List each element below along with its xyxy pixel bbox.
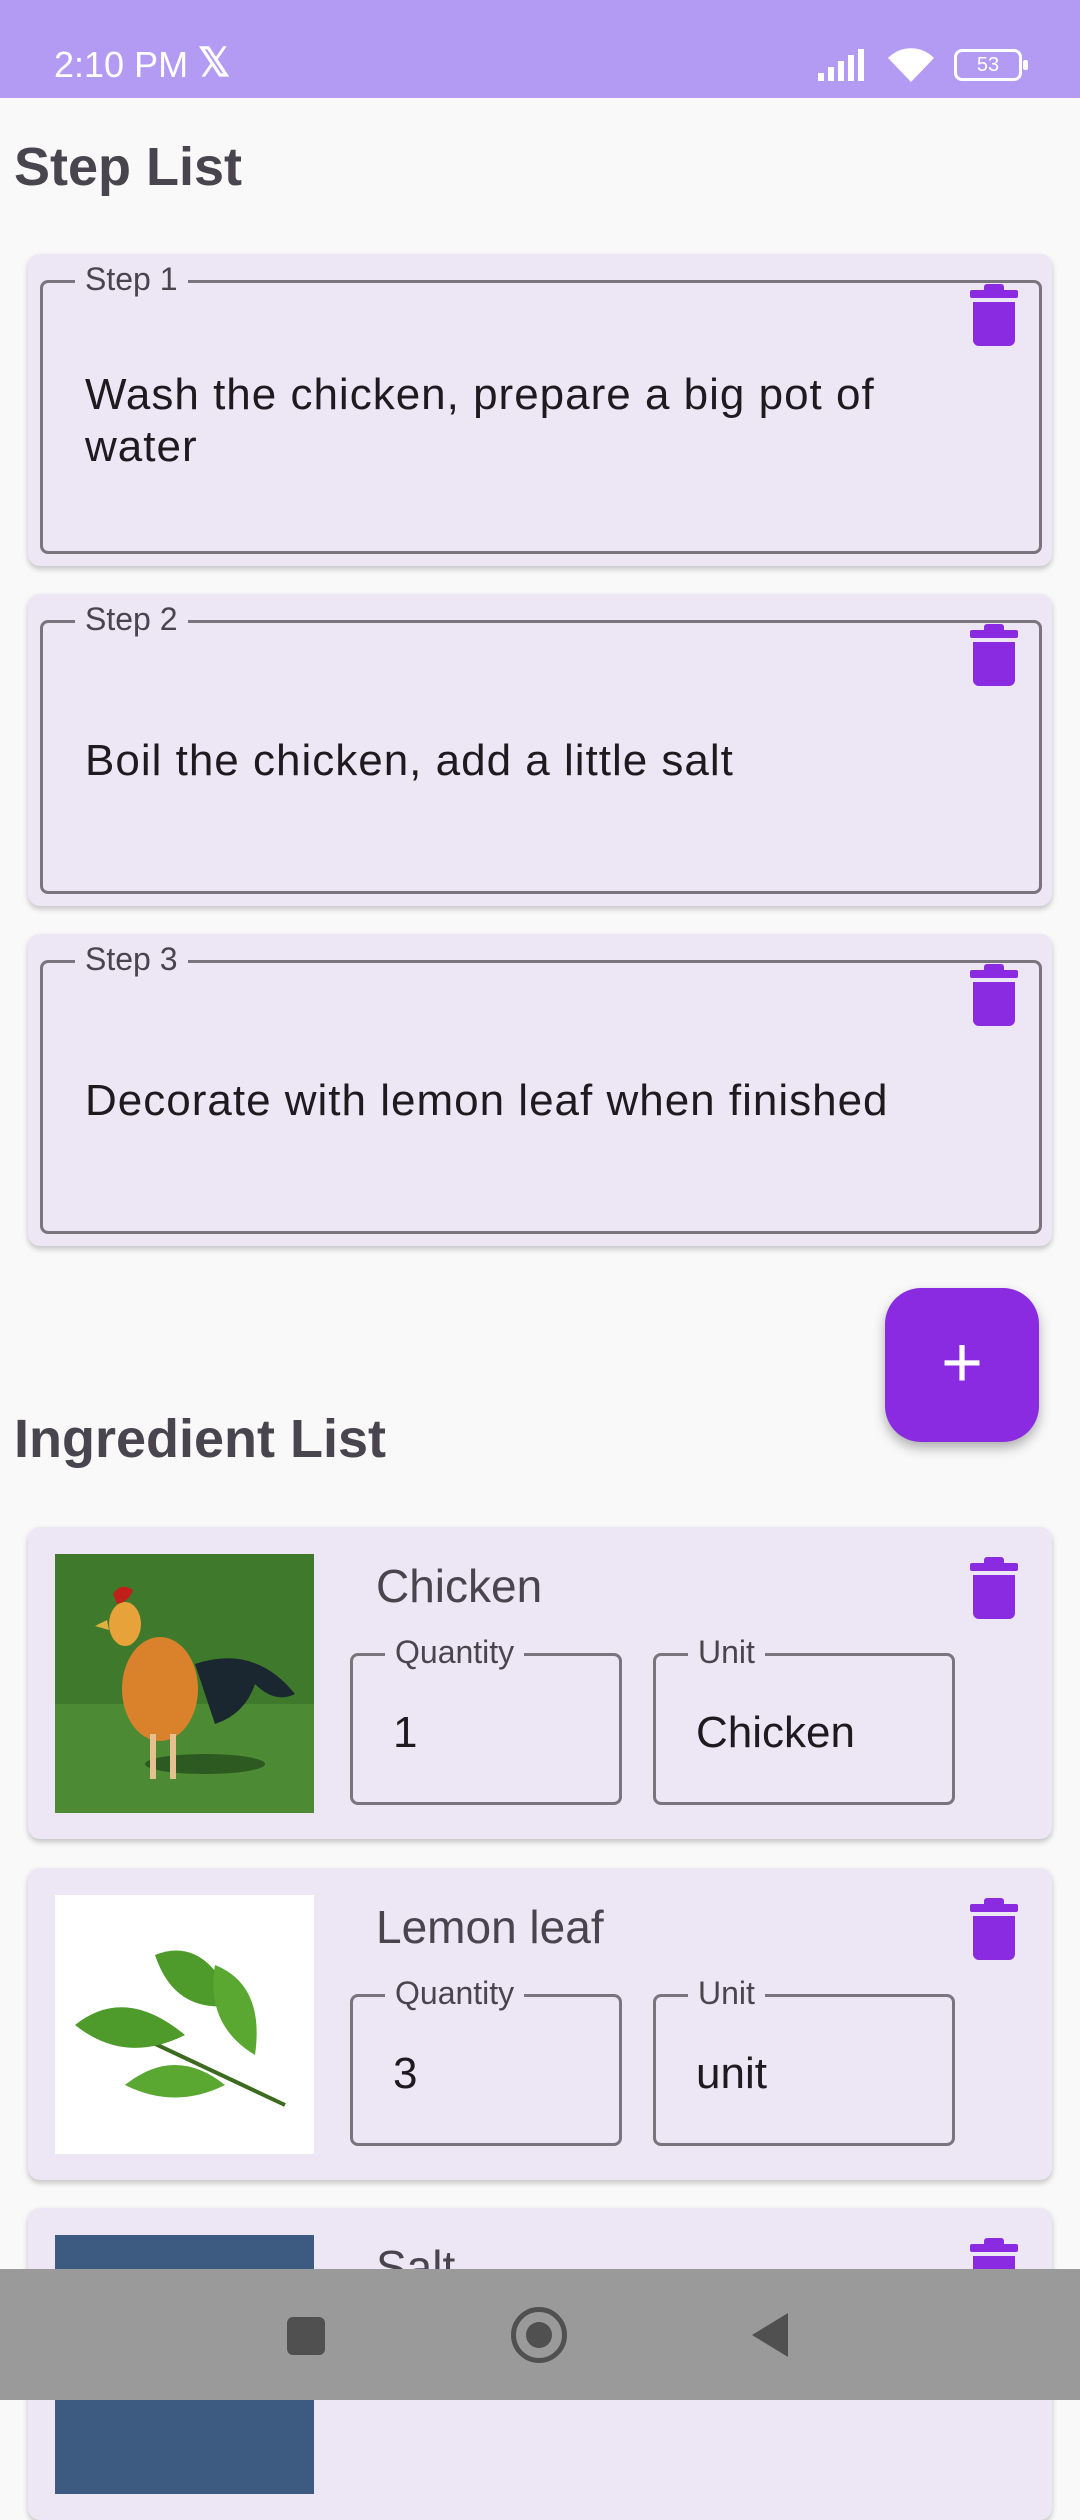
signal-icon bbox=[818, 49, 864, 81]
step-field[interactable]: Step 2 Boil the chicken, add a little sa… bbox=[40, 601, 1042, 894]
ingredient-card: Chicken Quantity 1 Unit Chicken bbox=[28, 1527, 1052, 1839]
step-field[interactable]: Step 1 Wash the chicken, prepare a big p… bbox=[40, 261, 1042, 554]
ingredient-name: Chicken bbox=[376, 1560, 543, 1612]
quantity-value[interactable]: 1 bbox=[393, 1708, 417, 1758]
ingredient-list-title: Ingredient List bbox=[14, 1409, 387, 1469]
status-icons: 53 bbox=[818, 48, 1028, 82]
step-text[interactable]: Decorate with lemon leaf when finished bbox=[85, 1075, 949, 1127]
unit-field[interactable]: Unit Chicken bbox=[653, 1634, 955, 1805]
trash-icon[interactable] bbox=[970, 624, 1018, 688]
plus-icon: + bbox=[940, 1323, 984, 1403]
home-icon[interactable] bbox=[511, 2307, 567, 2363]
step-label: Step 1 bbox=[75, 261, 188, 298]
unit-value[interactable]: unit bbox=[696, 2049, 767, 2099]
battery-icon: 53 bbox=[954, 49, 1028, 81]
unit-value[interactable]: Chicken bbox=[696, 1708, 855, 1758]
unit-label: Unit bbox=[688, 1634, 765, 1671]
step-text[interactable]: Boil the chicken, add a little salt bbox=[85, 735, 949, 787]
step-label: Step 2 bbox=[75, 601, 188, 638]
step-label: Step 3 bbox=[75, 941, 188, 978]
trash-icon[interactable] bbox=[970, 1898, 1018, 1962]
step-text[interactable]: Wash the chicken, prepare a big pot of w… bbox=[85, 369, 949, 473]
trash-icon[interactable] bbox=[970, 284, 1018, 348]
unit-field[interactable]: Unit unit bbox=[653, 1975, 955, 2146]
quantity-field[interactable]: Quantity 3 bbox=[350, 1975, 622, 2146]
add-step-button[interactable]: + bbox=[885, 1288, 1039, 1442]
trash-icon[interactable] bbox=[970, 1557, 1018, 1621]
chicken-image bbox=[55, 1554, 314, 1813]
step-list-title: Step List bbox=[14, 137, 243, 197]
lemon-leaf-image bbox=[55, 1895, 314, 2154]
status-bar: 2:10 PM 𝕏 53 bbox=[0, 0, 1080, 98]
recents-icon[interactable] bbox=[287, 2317, 325, 2355]
quantity-label: Quantity bbox=[385, 1634, 525, 1671]
step-card: Step 2 Boil the chicken, add a little sa… bbox=[28, 594, 1052, 906]
navigation-bar bbox=[0, 2269, 1080, 2400]
quantity-label: Quantity bbox=[385, 1975, 525, 2012]
unit-label: Unit bbox=[688, 1975, 765, 2012]
ingredient-name: Lemon leaf bbox=[376, 1901, 604, 1953]
step-card: Step 3 Decorate with lemon leaf when fin… bbox=[28, 934, 1052, 1246]
status-time: 2:10 PM bbox=[54, 44, 189, 85]
x-app-icon: 𝕏 bbox=[198, 41, 231, 85]
step-field[interactable]: Step 3 Decorate with lemon leaf when fin… bbox=[40, 941, 1042, 1234]
wifi-icon bbox=[888, 48, 934, 82]
step-card: Step 1 Wash the chicken, prepare a big p… bbox=[28, 254, 1052, 566]
back-icon[interactable] bbox=[752, 2313, 788, 2357]
quantity-field[interactable]: Quantity 1 bbox=[350, 1634, 622, 1805]
ingredient-card: Lemon leaf Quantity 3 Unit unit bbox=[28, 1868, 1052, 2180]
trash-icon[interactable] bbox=[970, 964, 1018, 1028]
quantity-value[interactable]: 3 bbox=[393, 2049, 417, 2099]
